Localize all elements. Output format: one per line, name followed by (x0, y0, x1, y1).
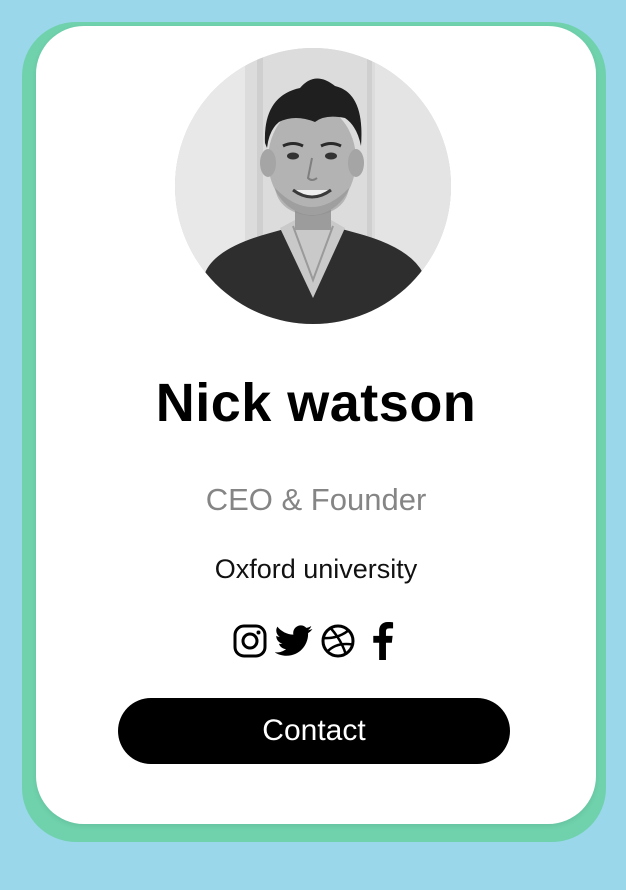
profile-name: Nick watson (155, 373, 477, 433)
profile-role: CEO & Founder (205, 482, 427, 517)
social-links (36, 622, 596, 660)
facebook-icon[interactable] (363, 622, 401, 660)
profile-card: Nick watson CEO & Founder Oxford univers… (36, 26, 596, 824)
contact-button[interactable]: Contact (118, 698, 510, 764)
twitter-icon[interactable] (275, 622, 313, 660)
dribbble-icon[interactable] (319, 622, 357, 660)
profile-organization: Oxford university (214, 554, 418, 584)
avatar (175, 48, 451, 324)
page-background: Nick watson CEO & Founder Oxford univers… (0, 0, 626, 890)
instagram-icon[interactable] (231, 622, 269, 660)
